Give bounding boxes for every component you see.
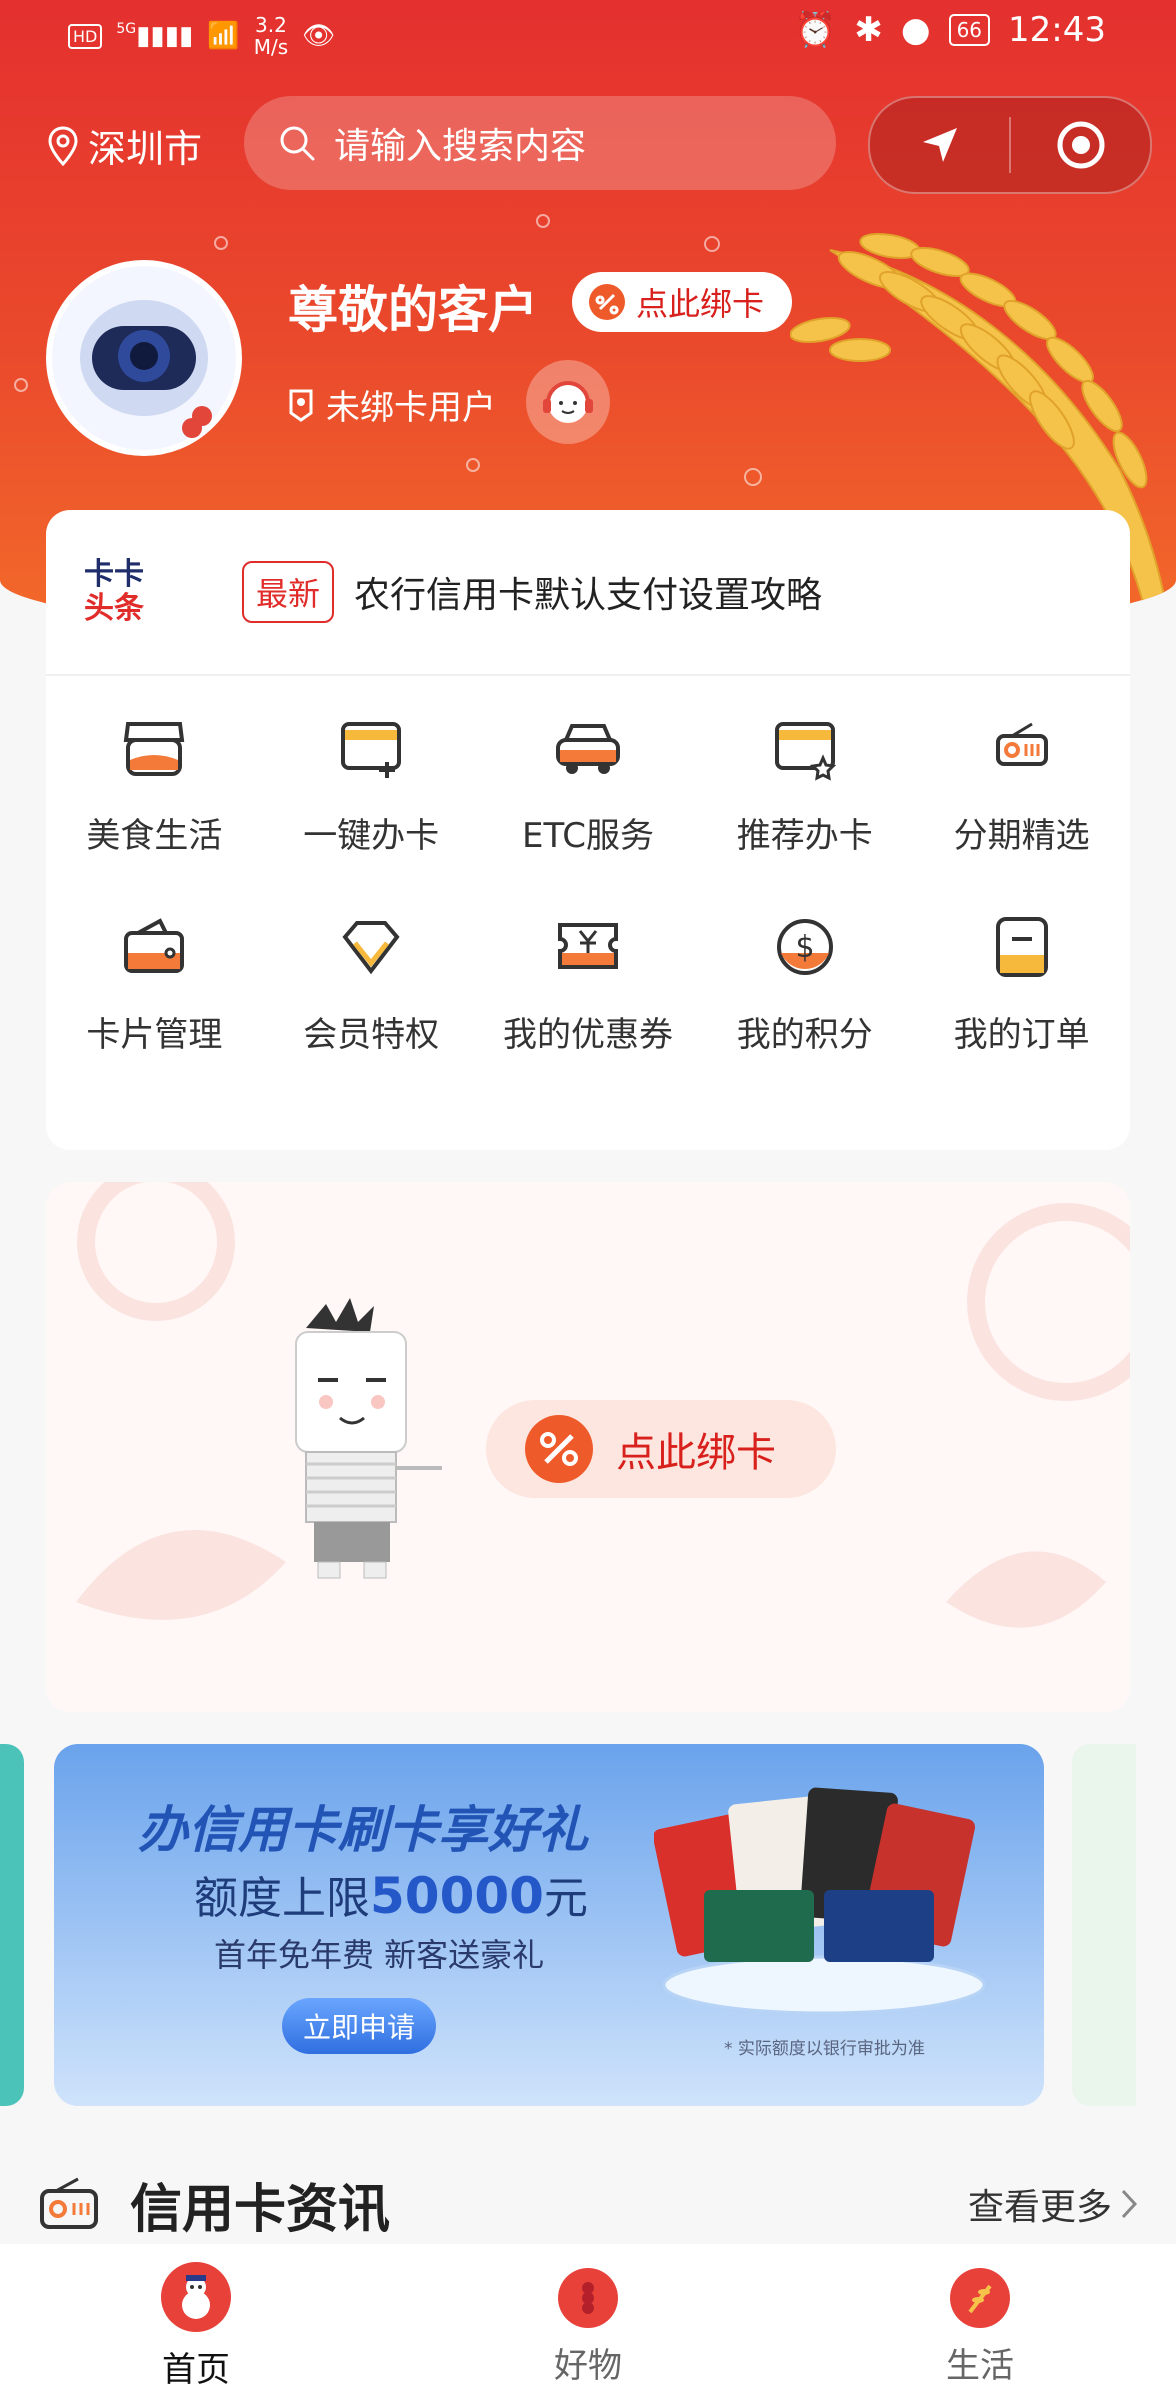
bluetooth-icon: ✱ [854,10,883,50]
bind-card-pill-button[interactable]: 点此绑卡 [572,272,793,332]
news-headline: 农行信用卡默认支付设置攻略 [354,575,823,616]
view-more-link[interactable]: 查看更多 [968,2178,1138,2230]
credit-cards-illustration [654,1787,986,2015]
credit-info-title: 信用卡资讯 [130,2179,391,2240]
decor-dot [466,458,480,472]
bind-card-icon [589,284,625,320]
food-life-icon [124,722,185,776]
banner-carousel[interactable]: 办信用卡刷卡享好礼 额度上限50000元 首年免年费 新客送豪礼 立即申请 * … [0,1744,1176,2106]
svg-text:$: $ [795,930,814,965]
banner-title: 办信用卡刷卡享好礼 [138,1801,588,1859]
banner-limit: 额度上限50000元 [194,1867,588,1925]
location-icon: ● [900,10,931,50]
service-my-points[interactable]: $ 我的积分 [696,909,913,1056]
service-food-life[interactable]: 美食生活 [46,710,263,857]
bind-card-panel: 点此绑卡 [46,1182,1130,1712]
bind-card-pill-label: 点此绑卡 [636,285,765,323]
next-banner-peek[interactable] [1072,1744,1136,2106]
news-bar[interactable]: 卡卡 头条 最新 农行信用卡默认支付设置攻略 [46,510,1130,676]
bind-card-icon [525,1415,593,1483]
battery-indicator: 66 [948,14,991,46]
tab-goods[interactable]: 好物 [392,2244,784,2400]
eye-icon: 👁 [302,21,336,51]
status-left: HD 5G▮▮▮▮ 📶 3.2 M/s 👁 [68,14,335,58]
search-placeholder: 请输入搜索内容 [334,126,587,167]
snowman-icon [161,2262,231,2332]
service-installment[interactable]: 分期精选 [913,710,1130,857]
location-pin-icon [48,125,78,166]
recommend-card-icon [774,722,836,781]
banner-disclaimer: * 实际额度以银行审批为准 [724,2039,925,2059]
shield-icon [289,389,313,422]
tab-home-label: 首页 [162,2350,230,2390]
search-input[interactable]: 请输入搜索内容 [244,96,836,190]
diamond-icon [342,921,400,975]
service-member-privilege[interactable]: 会员特权 [263,909,480,1056]
service-etc[interactable]: ETC服务 [480,710,697,857]
tab-goods-label: 好物 [554,2346,622,2386]
service-apply-card[interactable]: 一键办卡 [263,710,480,857]
city-label: 深圳市 [88,127,203,171]
car-icon [555,724,620,774]
mascot-illustration [295,1298,442,1579]
news-new-tag: 最新 [242,561,335,623]
service-recommend-card[interactable]: 推荐办卡 [696,710,913,857]
service-grid: 美食生活 一键办卡 ETC服务 推荐办卡 分期精选 卡片管理 会员特权 我的优惠… [46,710,1130,1056]
credit-card-promo-banner[interactable]: 办信用卡刷卡享好礼 额度上限50000元 首年免年费 新客送豪礼 立即申请 * … [54,1744,1044,2106]
radio-icon [995,722,1048,766]
bind-card-button[interactable]: 点此绑卡 [486,1400,836,1498]
prev-banner-peek[interactable] [0,1744,24,2106]
tab-life-label: 生活 [946,2346,1014,2386]
apply-now-button[interactable]: 立即申请 [282,1998,436,2054]
coupon-icon [557,923,618,969]
wheat-icon [950,2268,1010,2328]
customer-service-button[interactable] [526,360,610,444]
service-card-management[interactable]: 卡片管理 [46,909,263,1056]
clock: 12:43 [1008,10,1106,50]
city-selector[interactable]: 深圳市 [48,118,202,173]
kaka-news-logo: 卡卡 头条 [84,557,144,626]
tab-life[interactable]: 生活 [784,2244,1176,2400]
hd-badge: HD [68,23,103,49]
status-bar: HD 5G▮▮▮▮ 📶 3.2 M/s 👁 ⏰ ✱ ● 66 12:43 [0,0,1176,72]
tab-home[interactable]: 首页 [0,2244,392,2400]
candied-fruit-icon [558,2268,618,2328]
target-icon [1057,121,1104,169]
banner-subtitle: 首年免年费 新客送豪礼 [214,1936,545,1974]
service-my-coupons[interactable]: 我的优惠券 [480,909,697,1056]
radio-icon [40,2177,98,2229]
navigate-button[interactable] [870,98,1009,192]
avatar[interactable] [46,260,242,456]
search-icon [280,126,315,161]
bottom-tab-bar: 首页 好物 生活 [0,2244,1176,2400]
points-icon: $ [776,919,833,975]
apply-card-icon [341,722,402,778]
service-my-orders[interactable]: 我的订单 [913,909,1130,1056]
customer-service-icon [543,381,593,423]
decor-dot [704,236,720,252]
navigation-arrow-icon [922,128,957,162]
wallet-icon [124,918,185,973]
chevron-right-icon [1121,2189,1138,2219]
decor-dot [214,236,228,250]
close-miniapp-button[interactable] [1011,98,1150,192]
decor-dot [536,214,550,228]
services-card: 卡卡 头条 最新 农行信用卡默认支付设置攻略 美食生活 一键办卡 ETC服务 推… [46,510,1130,1150]
status-right: ⏰ ✱ ● 66 12:43 [794,10,1106,50]
wifi-icon: 📶 [207,21,240,51]
greeting-title: 尊敬的客户 [288,281,538,339]
decor-dot [744,468,762,486]
signal-icon: 5G▮▮▮▮ [116,21,194,51]
bind-card-button-label: 点此绑卡 [616,1430,776,1476]
network-speed: 3.2 M/s [253,13,289,59]
credit-info-header: 信用卡资讯 查看更多 [38,2164,1138,2244]
user-status-label: 未绑卡用户 [326,388,496,428]
miniapp-capsule [868,96,1152,194]
user-status: 未绑卡用户 [288,380,496,429]
order-icon [995,917,1048,977]
robot-avatar-icon [80,300,212,438]
decor-dot [14,378,28,392]
alarm-icon: ⏰ [794,10,837,50]
